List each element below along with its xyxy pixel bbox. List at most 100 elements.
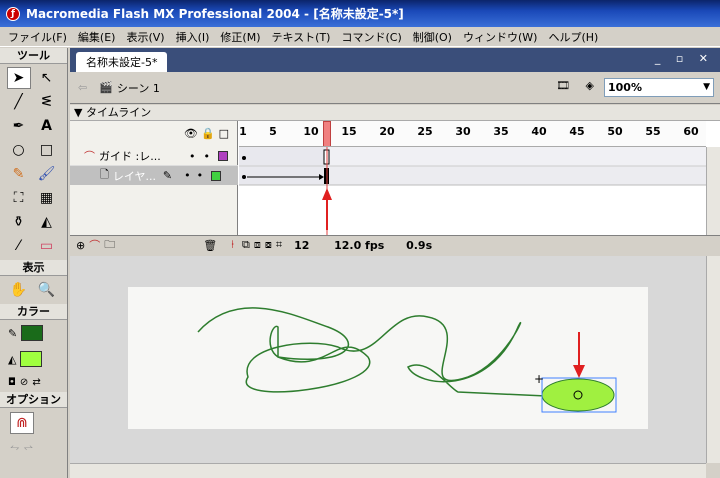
menu-commands[interactable]: コマンド(C) [337,29,408,45]
stage-hscroll[interactable] [70,463,706,478]
view-header: 表示 [0,260,67,276]
lock-icon[interactable]: 🔒 [201,127,215,140]
stroke-color-row: ✎ [0,320,67,346]
add-folder-icon[interactable]: 🗀 [104,236,115,255]
oval-tool-icon[interactable]: ○ [7,139,31,161]
snap-magnet-icon[interactable]: ⋒ [10,412,34,434]
ruler-label: 1 [239,125,247,138]
add-guide-icon[interactable]: ⌒ [89,237,100,253]
playhead[interactable] [323,121,331,146]
back-arrow-icon[interactable]: ⇦ [78,81,87,94]
hand-tool-icon[interactable]: ✋ [7,279,31,301]
swap-colors-icon[interactable]: ⇄ [32,377,40,388]
layer-header-icons: 👁 🔒 □ [184,127,229,140]
menu-window[interactable]: ウィンドウ(W) [459,29,544,45]
menu-insert[interactable]: 挿入(I) [172,29,217,45]
menu-control[interactable]: 制御(O) [409,29,459,45]
layer-name: ガイド :レ... [99,150,161,163]
ruler-label: 60 [683,125,699,138]
menu-text[interactable]: テキスト(T) [267,29,337,45]
edit-multiple-icon[interactable]: ⧇ [265,238,272,252]
subselect-tool-icon[interactable]: ↖ [35,67,59,89]
menu-modify[interactable]: 修正(M) [216,29,267,45]
black-white-icon[interactable]: ◘ [8,377,16,388]
current-frame: 12 [294,238,310,252]
outline-icon[interactable]: □ [219,127,229,140]
timeline-header[interactable]: ▼ タイムライン [70,105,720,121]
eye-icon[interactable]: 👁 [184,127,198,140]
ruler-label: 55 [645,125,661,138]
ruler-label: 25 [417,125,433,138]
edit-scene-icon[interactable]: 🎞 [556,79,570,92]
timeline-vscroll[interactable] [706,147,720,235]
frame-grid[interactable] [239,147,706,236]
text-tool-icon[interactable]: A [35,115,59,137]
lock-dot[interactable]: • [197,169,204,182]
flash-app-icon: ƒ [6,6,20,21]
modify-markers-icon[interactable]: ⌗ [276,238,282,252]
tools-panel: ツール ➤ ↖ ╱ ᓬ ✒ A ○ □ ✎ 🖌 ⛶ ▦ ⚱ ◭ ⁄ ▭ 表示 ✋… [0,48,68,478]
layer-row-active[interactable]: 🗋 レイヤ... ✎ • • [70,166,238,185]
ruler-label: 30 [455,125,471,138]
free-transform-tool-icon[interactable]: ⛶ [7,187,31,209]
add-layer-icon[interactable]: ⊕ [76,239,85,252]
visible-dot[interactable]: • [189,150,196,163]
green-oval [541,378,615,412]
stage-drawing: + [197,307,617,413]
zoom-tool-icon[interactable]: 🔍 [35,279,59,301]
menu-help[interactable]: ヘルプ(H) [544,29,605,45]
fill-transform-tool-icon[interactable]: ▦ [35,187,59,209]
frame-rate: 12.0 fps [334,238,385,252]
ruler-label: 45 [569,125,585,138]
brush-tool-icon[interactable]: 🖌 [35,163,59,185]
menu-file[interactable]: ファイル(F) [4,29,74,45]
ruler-label: 50 [607,125,623,138]
motion-guide-path [197,307,569,398]
layer-color-box[interactable] [211,170,222,181]
pencil-tool-icon[interactable]: ✎ [7,163,31,185]
arrow-tool-icon[interactable]: ➤ [6,67,31,89]
eyedropper-tool-icon[interactable]: ⁄ [7,235,31,257]
center-frame-icon[interactable]: ⍿ [231,238,234,252]
stage[interactable]: + [128,287,648,429]
paint-bucket-tool-icon[interactable]: ◭ [35,211,59,233]
visible-dot[interactable]: • [184,169,191,182]
rectangle-tool-icon[interactable]: □ [35,139,59,161]
layer-row-guide[interactable]: ⌒ ガイド :レ... • • [70,147,238,166]
edit-symbol-icon[interactable]: ◈ [586,79,594,92]
menu-view[interactable]: 表示(V) [122,29,171,45]
scene-bar: ⇦ 🎬 シーン 1 🎞 ◈ 100% ▼ [70,72,720,104]
no-color-icon[interactable]: ⊘ [20,377,28,388]
crosshair-icon: + [534,372,544,386]
ink-bottle-tool-icon[interactable]: ⚱ [7,211,31,233]
layer-color-box[interactable] [218,151,228,161]
smooth-icon[interactable]: ⥊ [10,440,20,454]
layer-name: レイヤ... [112,169,157,183]
line-tool-icon[interactable]: ╱ [7,91,31,113]
document-window: 名称未設定-5* _ ▫ ✕ ⇦ 🎬 シーン 1 🎞 ◈ 100% ▼ ▼ タイ… [70,48,720,478]
options-header: オプション [0,392,67,408]
document-tab[interactable]: 名称未設定-5* [76,52,168,72]
trash-icon[interactable]: 🗑 [203,239,217,252]
color-header: カラー [0,304,67,320]
onion-outline-icon[interactable]: ⧈ [254,238,261,252]
ruler-label: 35 [493,125,509,138]
color-controls-row: ◘ ⊘ ⇄ [0,372,67,392]
window-title: Macromedia Flash MX Professional 2004 - … [26,7,404,21]
eraser-tool-icon[interactable]: ▭ [35,235,59,257]
window-controls[interactable]: _ ▫ ✕ [655,52,714,65]
frame-ruler[interactable]: 1 5 10 15 20 25 30 35 40 45 50 55 60 [239,121,706,147]
lock-dot[interactable]: • [204,150,211,163]
document-tab-bar: 名称未設定-5* _ ▫ ✕ [70,48,720,72]
straighten-icon[interactable]: ⥋ [23,440,33,454]
fill-color-swatch[interactable] [20,351,43,367]
pen-tool-icon[interactable]: ✒ [7,115,31,137]
onion-skin-icon[interactable]: ⧉ [242,238,250,252]
fill-bucket-icon: ◭ [8,352,17,366]
stroke-color-swatch[interactable] [21,325,44,341]
lasso-tool-icon[interactable]: ᓬ [35,91,59,113]
menu-edit[interactable]: 編集(E) [74,29,123,45]
stage-vscroll[interactable] [706,256,720,463]
menu-bar: ファイル(F) 編集(E) 表示(V) 挿入(I) 修正(M) テキスト(T) … [0,27,720,47]
zoom-select[interactable]: 100% ▼ [604,78,714,97]
